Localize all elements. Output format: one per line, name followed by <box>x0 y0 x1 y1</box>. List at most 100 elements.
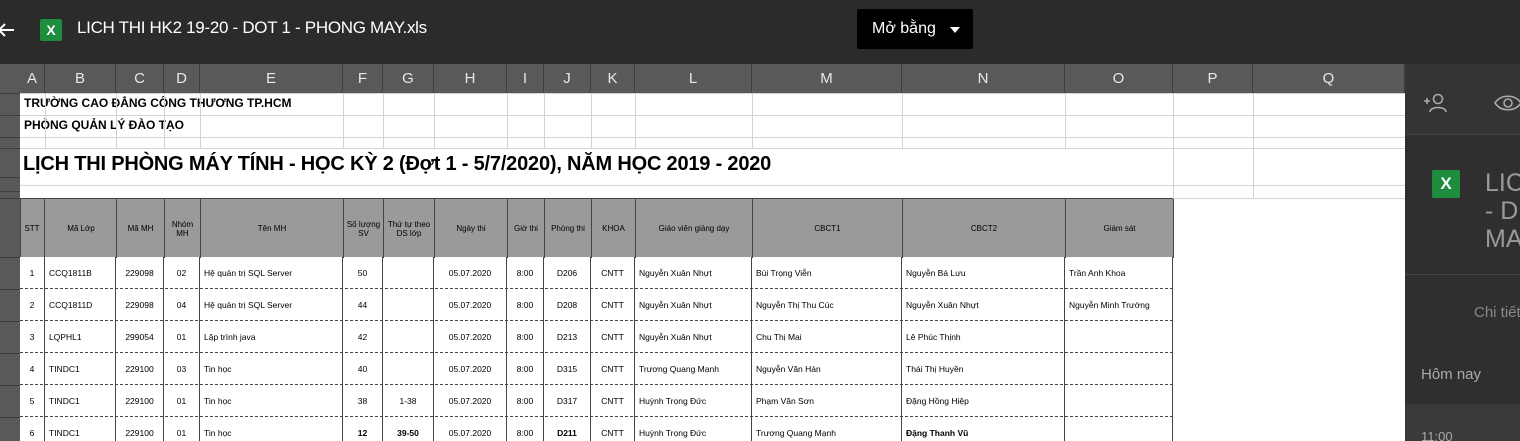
table-cell[interactable] <box>1065 417 1173 441</box>
table-cell[interactable]: D206 <box>544 257 591 289</box>
table-cell[interactable]: TINDC1 <box>45 417 116 441</box>
table-cell[interactable] <box>383 257 434 289</box>
table-cell[interactable]: 8:00 <box>507 353 544 385</box>
column-header-j[interactable]: J <box>544 64 591 93</box>
table-cell[interactable]: 01 <box>164 385 200 417</box>
column-header-l[interactable]: L <box>635 64 752 93</box>
table-cell[interactable]: Thái Thị Huyền <box>902 353 1065 385</box>
table-cell[interactable]: CCQ1811B <box>45 257 116 289</box>
table-cell[interactable]: 05.07.2020 <box>434 385 507 417</box>
table-cell[interactable]: CNTT <box>591 257 635 289</box>
column-header-p[interactable]: P <box>1173 64 1253 93</box>
table-cell[interactable]: 8:00 <box>507 385 544 417</box>
table-cell[interactable]: 299054 <box>116 321 164 353</box>
table-cell[interactable]: 02 <box>164 257 200 289</box>
column-header-b[interactable]: B <box>45 64 116 93</box>
table-cell[interactable]: 4 <box>20 353 45 385</box>
table-cell[interactable]: 3 <box>20 321 45 353</box>
table-cell[interactable]: Huỳnh Trọng Đức <box>635 385 752 417</box>
table-cell[interactable]: CNTT <box>591 417 635 441</box>
table-cell[interactable]: 5 <box>20 385 45 417</box>
table-cell[interactable]: LQPHL1 <box>45 321 116 353</box>
column-header-k[interactable]: K <box>591 64 635 93</box>
table-cell[interactable]: 1-38 <box>383 385 434 417</box>
table-cell[interactable]: Nguyễn Xuân Nhựt <box>902 289 1065 321</box>
table-cell[interactable]: 229098 <box>116 289 164 321</box>
table-cell[interactable]: Trần Anh Khoa <box>1065 257 1173 289</box>
table-cell[interactable]: 01 <box>164 321 200 353</box>
table-cell[interactable]: Trương Quang Mạnh <box>635 353 752 385</box>
table-cell[interactable] <box>383 353 434 385</box>
eye-icon[interactable] <box>1493 92 1520 114</box>
table-cell[interactable]: 05.07.2020 <box>434 353 507 385</box>
table-cell[interactable]: Nguyễn Văn Hán <box>752 353 902 385</box>
table-cell[interactable]: D213 <box>544 321 591 353</box>
table-cell[interactable]: Tin học <box>200 353 343 385</box>
table-cell[interactable]: CNTT <box>591 321 635 353</box>
table-cell[interactable]: Nguyễn Bá Lưu <box>902 257 1065 289</box>
table-cell[interactable]: D208 <box>544 289 591 321</box>
table-cell[interactable]: Lập trình java <box>200 321 343 353</box>
table-cell[interactable]: TINDC1 <box>45 385 116 417</box>
table-cell[interactable]: 01 <box>164 417 200 441</box>
table-cell[interactable]: 8:00 <box>507 321 544 353</box>
table-cell[interactable]: Đặng Hồng Hiệp <box>902 385 1065 417</box>
table-cell[interactable] <box>1065 321 1173 353</box>
column-header-c[interactable]: C <box>116 64 164 93</box>
table-cell[interactable] <box>1065 353 1173 385</box>
table-cell[interactable]: Bùi Trọng Viễn <box>752 257 902 289</box>
table-cell[interactable]: Lê Phúc Thịnh <box>902 321 1065 353</box>
table-cell[interactable]: 05.07.2020 <box>434 289 507 321</box>
table-cell[interactable]: Chu Thị Mai <box>752 321 902 353</box>
column-header-n[interactable]: N <box>902 64 1065 93</box>
table-cell[interactable]: 1 <box>20 257 45 289</box>
table-cell[interactable]: CNTT <box>591 385 635 417</box>
table-cell[interactable]: Nguyễn Thị Thu Cúc <box>752 289 902 321</box>
details-tab[interactable]: Chi tiết <box>1474 304 1520 321</box>
table-cell[interactable]: Phạm Văn Sơn <box>752 385 902 417</box>
table-cell[interactable]: 2 <box>20 289 45 321</box>
column-header-g[interactable]: G <box>383 64 434 93</box>
table-cell[interactable] <box>1065 385 1173 417</box>
column-header-o[interactable]: O <box>1065 64 1173 93</box>
table-cell[interactable]: Hệ quản trị SQL Server <box>200 289 343 321</box>
table-cell[interactable]: Nguyễn Minh Trường <box>1065 289 1173 321</box>
open-with-button[interactable]: Mở bằng <box>857 9 973 49</box>
table-cell[interactable]: Tin học <box>200 417 343 441</box>
table-cell[interactable]: 05.07.2020 <box>434 257 507 289</box>
column-header-i[interactable]: I <box>507 64 544 93</box>
table-cell[interactable]: D211 <box>544 417 591 441</box>
table-cell[interactable]: Nguyễn Xuân Nhựt <box>635 321 752 353</box>
table-cell[interactable]: 229100 <box>116 385 164 417</box>
table-cell[interactable]: 8:00 <box>507 417 544 441</box>
column-header-f[interactable]: F <box>343 64 383 93</box>
column-header-e[interactable]: E <box>200 64 343 93</box>
column-header-m[interactable]: M <box>752 64 902 93</box>
table-cell[interactable]: 12 <box>343 417 383 441</box>
table-cell[interactable]: 40 <box>343 353 383 385</box>
table-cell[interactable] <box>383 289 434 321</box>
table-cell[interactable]: D315 <box>544 353 591 385</box>
table-cell[interactable]: 39-50 <box>383 417 434 441</box>
column-header-a[interactable]: A <box>20 64 45 93</box>
table-cell[interactable]: 42 <box>343 321 383 353</box>
table-cell[interactable]: CCQ1811D <box>45 289 116 321</box>
table-cell[interactable]: Tin học <box>200 385 343 417</box>
table-cell[interactable]: Đặng Thanh Vũ <box>902 417 1065 441</box>
table-cell[interactable]: 05.07.2020 <box>434 321 507 353</box>
table-cell[interactable]: 38 <box>343 385 383 417</box>
column-header-d[interactable]: D <box>164 64 200 93</box>
table-cell[interactable]: Huỳnh Trọng Đức <box>635 417 752 441</box>
spreadsheet-preview[interactable]: ABCDEFGHIJKLMNOPQ TRƯỜNG CAO ĐẲNG CÔNG T… <box>0 64 1405 441</box>
table-cell[interactable] <box>383 321 434 353</box>
add-person-icon[interactable] <box>1423 92 1449 114</box>
table-cell[interactable]: 229100 <box>116 417 164 441</box>
table-cell[interactable]: 8:00 <box>507 257 544 289</box>
table-cell[interactable]: TINDC1 <box>45 353 116 385</box>
table-cell[interactable]: Trương Quang Mạnh <box>752 417 902 441</box>
table-cell[interactable]: Nguyễn Xuân Nhựt <box>635 257 752 289</box>
table-cell[interactable]: Nguyễn Xuân Nhựt <box>635 289 752 321</box>
back-arrow-icon[interactable] <box>0 18 18 42</box>
table-cell[interactable]: 229098 <box>116 257 164 289</box>
table-cell[interactable]: Hệ quản trị SQL Server <box>200 257 343 289</box>
